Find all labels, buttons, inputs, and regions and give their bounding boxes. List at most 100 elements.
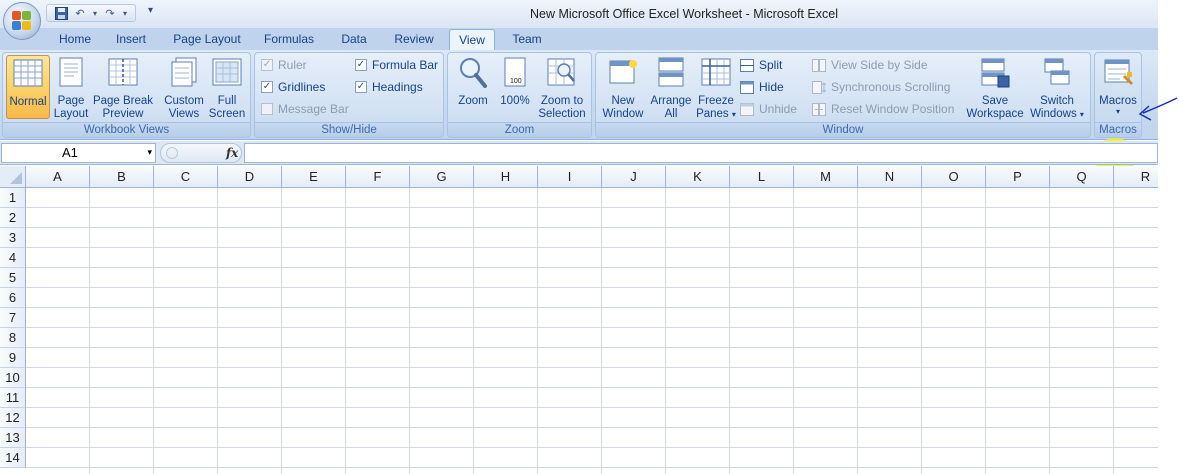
ribbon: Normal Page Layout Page Break Preview Cu… bbox=[0, 50, 1158, 174]
name-box-value: A1 bbox=[62, 145, 78, 160]
row-header[interactable]: 3 bbox=[0, 228, 26, 248]
column-header[interactable]: P bbox=[986, 166, 1050, 188]
ruler-checkbox[interactable]: ✓ Ruler bbox=[261, 55, 307, 75]
row-header[interactable]: 8 bbox=[0, 328, 26, 348]
cells-area[interactable] bbox=[26, 188, 1158, 474]
column-header[interactable]: A bbox=[26, 166, 90, 188]
hide-button[interactable]: Hide bbox=[740, 77, 784, 97]
zoom-button[interactable]: Zoom bbox=[451, 55, 495, 108]
reset-window-position-button[interactable]: Reset Window Position bbox=[812, 99, 954, 119]
gridlines-label: Gridlines bbox=[278, 80, 326, 94]
column-header[interactable]: N bbox=[858, 166, 922, 188]
column-header[interactable]: J bbox=[602, 166, 666, 188]
column-header[interactable]: C bbox=[154, 166, 218, 188]
formula-bar-label: Formula Bar bbox=[372, 58, 439, 72]
column-header[interactable]: B bbox=[90, 166, 154, 188]
office-logo-icon bbox=[12, 11, 32, 31]
tab-home[interactable]: Home bbox=[50, 29, 100, 50]
freeze-panes-label-1: Freeze bbox=[698, 95, 734, 107]
page-layout-view-button[interactable]: Page Layout bbox=[52, 55, 90, 121]
normal-view-button[interactable]: Normal bbox=[6, 55, 50, 119]
group-label-show-hide: Show/Hide bbox=[255, 122, 443, 137]
insert-function-icon[interactable]: fx bbox=[226, 146, 238, 160]
column-header[interactable]: G bbox=[410, 166, 474, 188]
macros-button[interactable]: Macros ▾ bbox=[1097, 55, 1139, 116]
row-header[interactable]: 12 bbox=[0, 408, 26, 428]
arrange-all-button[interactable]: Arrange All bbox=[648, 55, 694, 121]
row-header[interactable]: 1 bbox=[0, 188, 26, 208]
formula-bar-check-icon: ✓ bbox=[355, 59, 367, 71]
row-header[interactable]: 10 bbox=[0, 368, 26, 388]
row-header[interactable]: 11 bbox=[0, 388, 26, 408]
save-workspace-button[interactable]: Save Workspace bbox=[964, 55, 1026, 121]
formula-bar-checkbox[interactable]: ✓ Formula Bar bbox=[355, 55, 438, 75]
tab-formulas[interactable]: Formulas bbox=[256, 29, 322, 50]
window-title: New Microsoft Office Excel Worksheet - M… bbox=[530, 7, 838, 21]
row-header[interactable]: 9 bbox=[0, 348, 26, 368]
zoom-100-button[interactable]: 100 100% bbox=[496, 55, 534, 108]
name-box-dropdown-icon[interactable]: ▾ bbox=[147, 144, 152, 162]
message-bar-check-icon bbox=[261, 103, 273, 115]
page-break-label-2: Preview bbox=[102, 108, 144, 120]
row-header[interactable]: 6 bbox=[0, 288, 26, 308]
column-header[interactable]: D bbox=[218, 166, 282, 188]
gridlines-checkbox[interactable]: ✓ Gridlines bbox=[261, 77, 325, 97]
message-bar-label: Message Bar bbox=[278, 102, 349, 116]
row-header[interactable]: 4 bbox=[0, 248, 26, 268]
column-header[interactable]: R bbox=[1114, 166, 1158, 188]
select-all-corner[interactable] bbox=[0, 166, 26, 188]
row-header[interactable]: 14 bbox=[0, 448, 26, 468]
ruler-label: Ruler bbox=[278, 58, 307, 72]
switch-windows-dropdown-icon: ▾ bbox=[1079, 110, 1084, 119]
column-header[interactable]: K bbox=[666, 166, 730, 188]
view-side-by-side-button[interactable]: View Side by Side bbox=[812, 55, 928, 75]
tab-page-layout[interactable]: Page Layout bbox=[166, 29, 248, 50]
page-break-preview-button[interactable]: Page Break Preview bbox=[92, 55, 154, 121]
normal-view-label: Normal bbox=[9, 96, 47, 108]
formula-bar-grip-icon bbox=[166, 147, 178, 159]
column-header[interactable]: E bbox=[282, 166, 346, 188]
unhide-button[interactable]: Unhide bbox=[740, 99, 797, 119]
column-header[interactable]: M bbox=[794, 166, 858, 188]
tab-insert[interactable]: Insert bbox=[105, 29, 157, 50]
freeze-panes-button[interactable]: Freeze Panes ▾ bbox=[696, 55, 736, 121]
zoom-to-selection-button[interactable]: Zoom to Selection bbox=[536, 55, 588, 121]
gridlines-check-icon: ✓ bbox=[261, 81, 273, 93]
custom-views-icon bbox=[171, 57, 197, 87]
row-header[interactable]: 5 bbox=[0, 268, 26, 288]
column-header[interactable]: L bbox=[730, 166, 794, 188]
name-box[interactable]: A1 ▾ bbox=[1, 143, 156, 163]
row-header[interactable]: 2 bbox=[0, 208, 26, 228]
column-header[interactable]: Q bbox=[1050, 166, 1114, 188]
row-header[interactable]: 7 bbox=[0, 308, 26, 328]
headings-checkbox[interactable]: ✓ Headings bbox=[355, 77, 423, 97]
formula-input[interactable] bbox=[244, 143, 1158, 163]
switch-windows-button[interactable]: Switch Windows ▾ bbox=[1026, 55, 1088, 121]
column-header[interactable]: O bbox=[922, 166, 986, 188]
column-header[interactable]: I bbox=[538, 166, 602, 188]
message-bar-checkbox[interactable]: Message Bar bbox=[261, 99, 349, 119]
group-macros: Macros ▾ Macros bbox=[1094, 52, 1142, 138]
zoom-label: Zoom bbox=[458, 95, 488, 107]
column-header[interactable]: H bbox=[474, 166, 538, 188]
full-screen-button[interactable]: Full Screen bbox=[207, 55, 247, 121]
tab-data[interactable]: Data bbox=[332, 29, 376, 50]
reset-window-position-label: Reset Window Position bbox=[831, 102, 955, 116]
worksheet-grid: ABCDEFGHIJKLMNOPQR 1 2 3 4 5 6 7 8 9 10 11 12 13 14 bbox=[0, 166, 1158, 474]
outside-area bbox=[1158, 0, 1179, 474]
tab-review[interactable]: Review bbox=[386, 29, 442, 50]
synchronous-scrolling-icon bbox=[812, 80, 826, 94]
tab-view[interactable]: View bbox=[449, 29, 495, 51]
synchronous-scrolling-button[interactable]: Synchronous Scrolling bbox=[812, 77, 950, 97]
custom-views-button[interactable]: Custom Views bbox=[160, 55, 208, 121]
row-header[interactable]: 13 bbox=[0, 428, 26, 448]
column-header[interactable]: F bbox=[346, 166, 410, 188]
custom-views-label-1: Custom bbox=[164, 95, 204, 107]
new-window-button[interactable]: New Window bbox=[600, 55, 646, 121]
zoom-to-selection-label-1: Zoom to bbox=[540, 95, 584, 107]
switch-windows-label-2: Windows ▾ bbox=[1030, 108, 1084, 120]
office-button[interactable] bbox=[3, 2, 41, 40]
macros-dropdown-icon[interactable]: ▾ bbox=[1097, 108, 1139, 116]
tab-team[interactable]: Team bbox=[503, 29, 551, 50]
split-button[interactable]: Split bbox=[740, 55, 782, 75]
